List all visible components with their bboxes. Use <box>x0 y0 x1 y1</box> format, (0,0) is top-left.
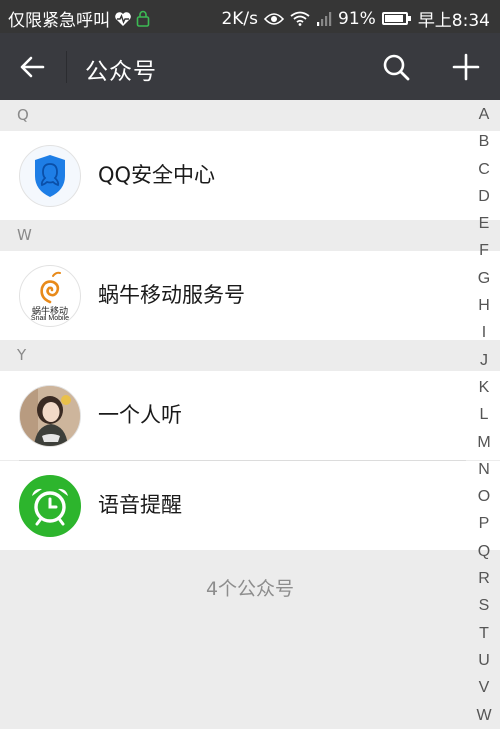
battery-percent: 91% <box>338 8 376 29</box>
snail-logo-subtext: Snail Mobile <box>30 315 70 322</box>
index-letter-o[interactable]: O <box>478 483 490 510</box>
plus-icon <box>452 53 480 81</box>
index-letter-t[interactable]: T <box>479 620 489 647</box>
section-header-w: W <box>0 220 500 251</box>
lock-icon <box>136 10 150 27</box>
alphabet-index[interactable]: ABCDEFGHIJKLMNOPQRSTUVW <box>468 101 500 729</box>
clock-time: 早上8:34 <box>417 11 490 31</box>
status-left: 仅限紧急呼叫 <box>8 6 150 31</box>
heart-icon <box>114 11 132 27</box>
index-letter-b[interactable]: B <box>479 128 490 155</box>
index-letter-l[interactable]: L <box>480 401 489 428</box>
photo-avatar <box>19 385 81 447</box>
account-count: 4个公众号 <box>205 578 295 600</box>
index-letter-n[interactable]: N <box>478 456 490 483</box>
list-item[interactable]: 蜗牛移动 Snail Mobile 蜗牛移动服务号 <box>0 251 500 340</box>
index-letter-g[interactable]: G <box>478 265 490 292</box>
add-button[interactable] <box>446 47 486 87</box>
back-button[interactable] <box>12 47 52 87</box>
search-button[interactable] <box>376 47 416 87</box>
signal-icon <box>316 11 332 26</box>
index-letter-v[interactable]: V <box>479 674 490 701</box>
qq-security-shield-avatar <box>19 145 81 207</box>
index-letter-a[interactable]: A <box>479 101 490 128</box>
index-letter-h[interactable]: H <box>478 292 490 319</box>
index-letter-q[interactable]: Q <box>478 538 490 565</box>
list-item[interactable]: 一个人听 <box>0 371 500 460</box>
item-name: 一个人听 <box>98 403 182 427</box>
index-letter-f[interactable]: F <box>479 237 489 264</box>
search-icon <box>383 54 410 81</box>
section-header-q: Q <box>0 100 500 131</box>
section-header-y: Y <box>0 340 500 371</box>
index-letter-s[interactable]: S <box>479 592 490 619</box>
item-name: QQ安全中心 <box>98 163 216 187</box>
arrow-left-icon <box>20 56 45 78</box>
header-divider <box>66 51 67 83</box>
snail-mobile-logo-avatar: 蜗牛移动 Snail Mobile <box>19 265 81 327</box>
index-letter-i[interactable]: I <box>482 319 486 346</box>
status-bar: 仅限紧急呼叫 2K/s 91% 早上8:34 <box>0 0 500 33</box>
wifi-icon <box>290 11 310 26</box>
index-letter-d[interactable]: D <box>478 183 490 210</box>
page-title: 公众号 <box>85 59 157 85</box>
index-letter-k[interactable]: K <box>479 374 490 401</box>
index-letter-r[interactable]: R <box>478 565 490 592</box>
index-letter-c[interactable]: C <box>478 156 490 183</box>
index-letter-j[interactable]: J <box>480 347 488 374</box>
eye-icon <box>264 12 285 26</box>
emergency-only-text: 仅限紧急呼叫 <box>8 11 110 31</box>
item-name: 语音提醒 <box>98 493 182 517</box>
index-letter-w[interactable]: W <box>476 702 491 729</box>
alarm-clock-avatar <box>19 475 81 537</box>
app-header: 公众号 <box>0 33 500 100</box>
index-letter-u[interactable]: U <box>478 647 490 674</box>
index-letter-m[interactable]: M <box>477 429 490 456</box>
battery-icon <box>381 12 411 25</box>
list-item[interactable]: 语音提醒 <box>0 461 500 550</box>
index-letter-e[interactable]: E <box>479 210 490 237</box>
status-right: 2K/s 91% 早上8:34 <box>221 6 490 32</box>
item-name: 蜗牛移动服务号 <box>98 283 245 307</box>
list-item[interactable]: QQ安全中心 <box>0 131 500 220</box>
network-speed: 2K/s <box>221 8 259 29</box>
index-letter-p[interactable]: P <box>479 510 490 537</box>
